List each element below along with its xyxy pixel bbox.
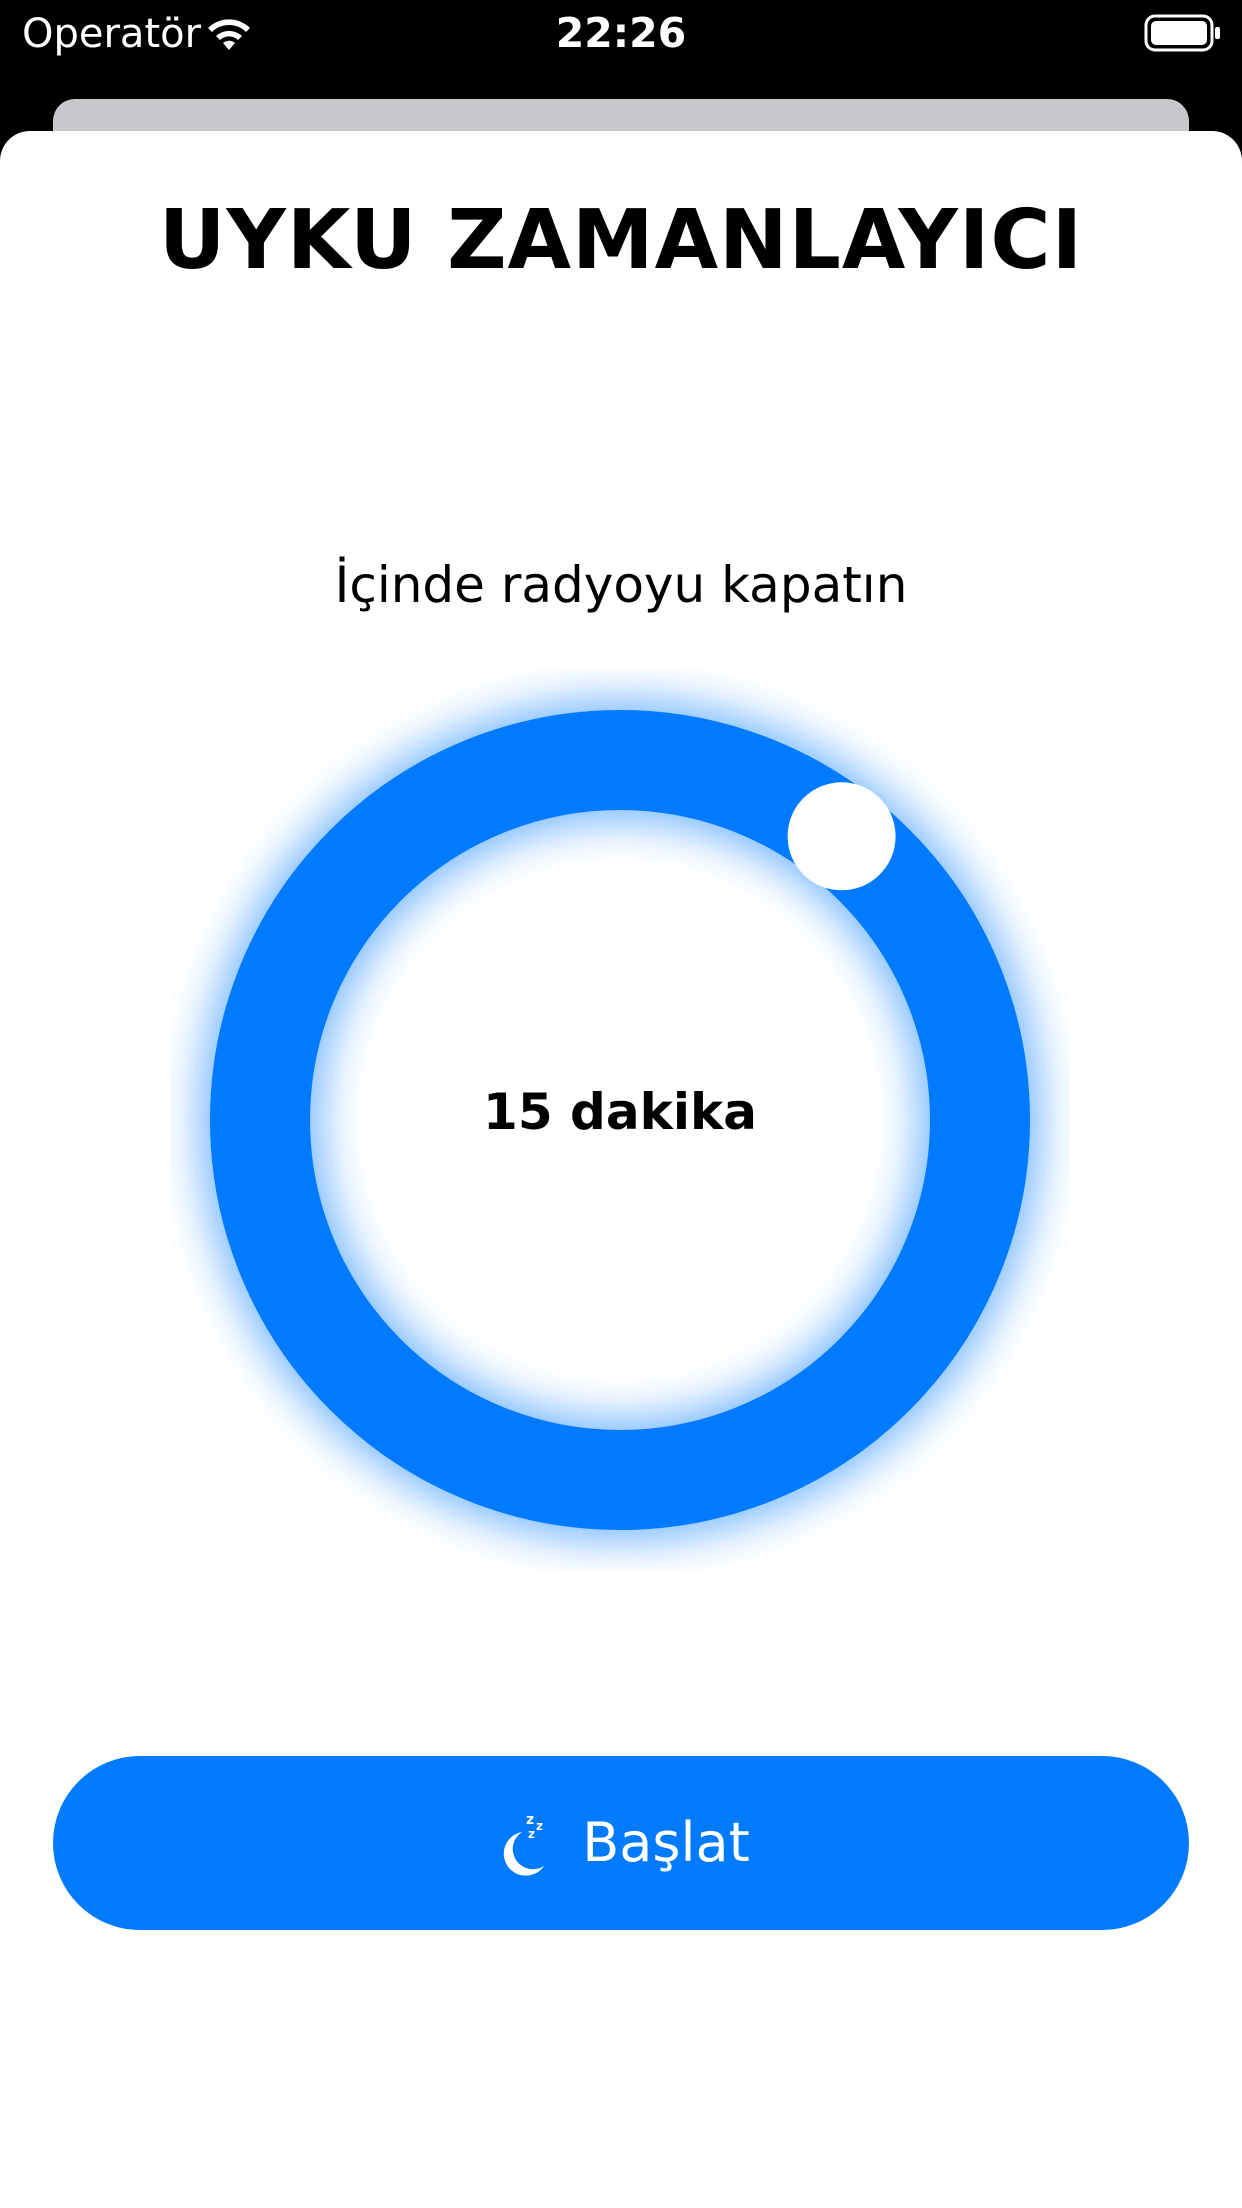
sleep-moon-icon: z z z <box>503 1812 545 1876</box>
svg-text:z: z <box>526 1812 534 1828</box>
dial-knob[interactable] <box>787 782 896 891</box>
page-title: UYKU ZAMANLAYICI <box>158 193 1084 288</box>
start-button-label: Başlat <box>582 1811 750 1874</box>
status-bar: Operatör 22:26 <box>0 0 1242 96</box>
svg-text:z: z <box>536 1819 543 1833</box>
status-time: 22:26 <box>555 9 687 57</box>
start-button[interactable]: z z z Başlat <box>53 1756 1189 1930</box>
timer-subtitle: İçinde radyoyu kapatın <box>334 556 908 614</box>
battery-icon <box>1144 14 1220 52</box>
svg-text:z: z <box>528 1827 535 1841</box>
timer-value: 15 dakika <box>483 1083 757 1141</box>
